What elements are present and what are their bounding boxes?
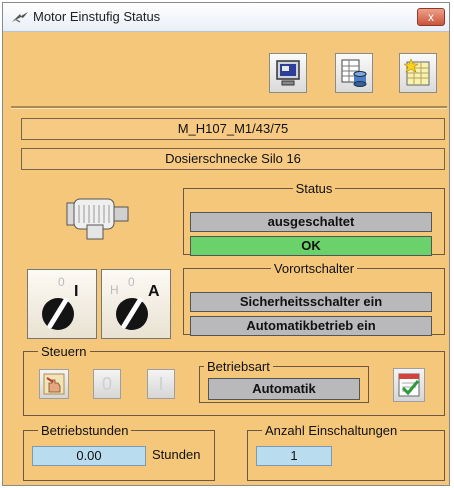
- database-table-icon: [341, 59, 367, 87]
- switch-count-legend: Anzahl Einschaltungen: [265, 423, 398, 438]
- manual-control-button[interactable]: [39, 369, 69, 399]
- hand-auto-switch[interactable]: H 0 A: [101, 269, 171, 339]
- close-button[interactable]: x: [417, 8, 445, 26]
- operating-hours-value: 0.00: [32, 446, 146, 466]
- operating-mode-group: Betriebsart Automatik: [199, 359, 369, 403]
- safety-switch-field: Sicherheitsschalter ein: [190, 292, 432, 312]
- switch-hand-label: H: [110, 283, 119, 297]
- object-id-field: M_H107_M1/43/75: [21, 118, 445, 140]
- monitor-button[interactable]: [269, 53, 307, 93]
- switch-auto-label: A: [148, 283, 160, 300]
- command-off-button[interactable]: 0: [93, 369, 121, 399]
- monitor-icon: [276, 60, 300, 86]
- title-bar[interactable]: Motor Einstufig Status x: [3, 3, 449, 32]
- window-title: Motor Einstufig Status: [33, 9, 161, 24]
- operating-hours-group: Betriebstunden 0.00 Stunden: [23, 423, 215, 481]
- local-switch-group: Vorortschalter Sicherheitsschalter ein A…: [183, 261, 445, 336]
- switch-count-group: Anzahl Einschaltungen 1: [247, 423, 445, 481]
- switch-zero-label: 0: [128, 275, 135, 289]
- on-off-switch[interactable]: 0 I: [27, 269, 97, 339]
- operating-mode-legend: Betriebsart: [207, 359, 270, 374]
- hand-pointer-icon: [43, 373, 65, 395]
- rotary-switch-icon: H 0 A: [110, 275, 160, 330]
- command-on-button[interactable]: I: [147, 369, 175, 399]
- new-report-button[interactable]: [399, 53, 437, 93]
- object-description-field: Dosierschnecke Silo 16: [21, 148, 445, 170]
- control-legend: Steuern: [41, 344, 87, 359]
- status-ok-field: OK: [190, 236, 432, 256]
- confirm-settings-button[interactable]: [393, 368, 425, 402]
- motor-status-window: Motor Einstufig Status x M_H107_M1/43/75…: [2, 2, 450, 486]
- operating-mode-field: Automatik: [208, 378, 360, 400]
- checklist-icon: [398, 373, 420, 397]
- toolbar-separator: [11, 106, 447, 109]
- app-icon: [12, 12, 28, 23]
- motor-icon: [66, 198, 129, 240]
- local-switch-legend: Vorortschalter: [273, 261, 355, 276]
- operating-hours-legend: Betriebstunden: [41, 423, 129, 438]
- database-button[interactable]: [335, 53, 373, 93]
- status-legend: Status: [295, 181, 333, 196]
- operating-hours-unit: Stunden: [152, 447, 201, 462]
- switch-count-value: 1: [256, 446, 332, 466]
- status-group: Status ausgeschaltet OK: [183, 181, 445, 256]
- auto-mode-field: Automatikbetrieb ein: [190, 316, 432, 336]
- switch-one-label: I: [74, 283, 78, 300]
- status-state-field: ausgeschaltet: [190, 212, 432, 232]
- spreadsheet-star-icon: [404, 58, 430, 86]
- rotary-switch-icon: 0 I: [42, 275, 78, 330]
- switch-zero-label: 0: [58, 275, 65, 289]
